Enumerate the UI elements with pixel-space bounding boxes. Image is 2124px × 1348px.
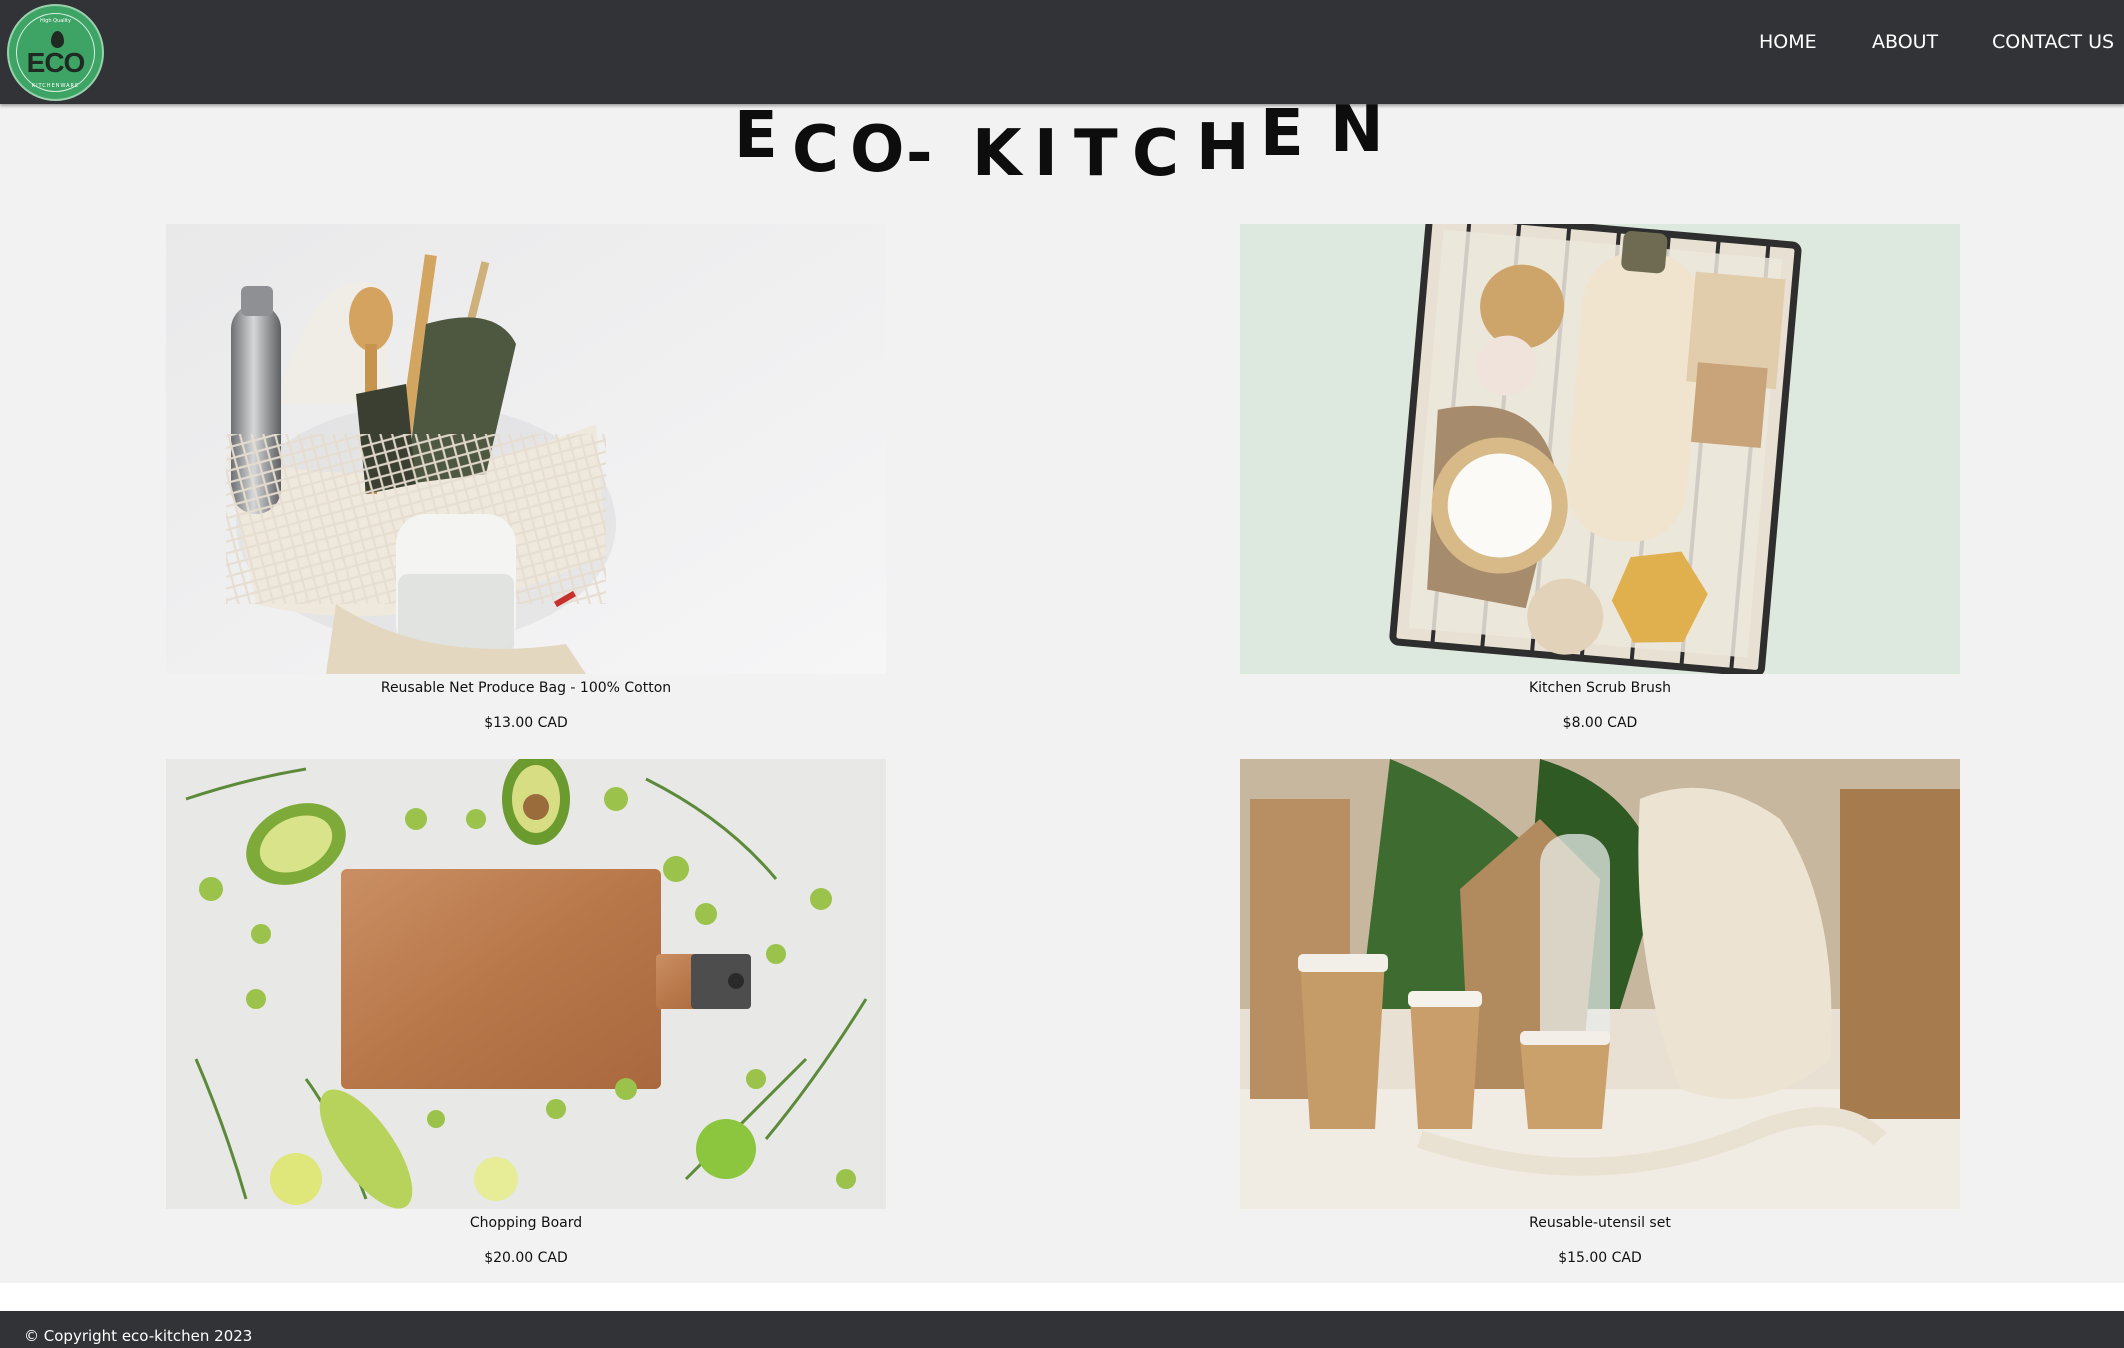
site-header: High Quality ECO KITCHENWARE HOME ABOUT … — [0, 0, 2124, 104]
brand-letter: C — [792, 113, 839, 187]
product-name[interactable]: Chopping Board — [166, 1215, 886, 1231]
brand-letter: N — [1330, 93, 1384, 167]
logo-top-text: High Quality — [40, 18, 71, 24]
utensil-set-photo[interactable] — [1240, 759, 1960, 1209]
product-price: $13.00 CAD — [484, 715, 568, 731]
brand-title: ECO-KITCHEN — [0, 96, 2124, 192]
nav-about-link[interactable]: ABOUT — [1872, 31, 1938, 53]
leaf-icon — [51, 31, 64, 48]
product-price: $20.00 CAD — [484, 1250, 568, 1266]
brand-letter: E — [734, 99, 778, 173]
brand-letter: E — [1260, 97, 1304, 171]
footer-spacer — [0, 1283, 2124, 1311]
brand-letter: C — [1132, 117, 1179, 191]
eco-logo[interactable]: High Quality ECO KITCHENWARE — [7, 4, 104, 101]
brand-letter: K — [972, 117, 1022, 191]
brand-letter: T — [1074, 117, 1118, 191]
net-bag-photo[interactable] — [166, 224, 886, 674]
copyright-text: © Copyright eco-kitchen 2023 — [24, 1327, 253, 1345]
product-name[interactable]: Kitchen Scrub Brush — [1240, 680, 1960, 696]
nav-home-link[interactable]: HOME — [1759, 31, 1817, 53]
brand-letter: - — [906, 117, 933, 191]
brand-letter: O — [850, 113, 905, 187]
site-footer: © Copyright eco-kitchen 2023 — [0, 1311, 2124, 1348]
product-price: $8.00 CAD — [1562, 715, 1638, 731]
chopping-board-photo[interactable] — [166, 759, 886, 1209]
brand-letter: H — [1196, 111, 1250, 185]
logo-bottom-text: KITCHENWARE — [31, 83, 80, 89]
scrub-basket-photo[interactable] — [1240, 224, 1960, 674]
product-price: $15.00 CAD — [1558, 1250, 1642, 1266]
product-name[interactable]: Reusable-utensil set — [1240, 1215, 1960, 1231]
brand-letter: I — [1034, 117, 1058, 191]
logo-word: ECO — [26, 47, 86, 78]
nav-contact-link[interactable]: CONTACT US — [1992, 31, 2114, 53]
product-name[interactable]: Reusable Net Produce Bag - 100% Cotton — [166, 680, 886, 696]
